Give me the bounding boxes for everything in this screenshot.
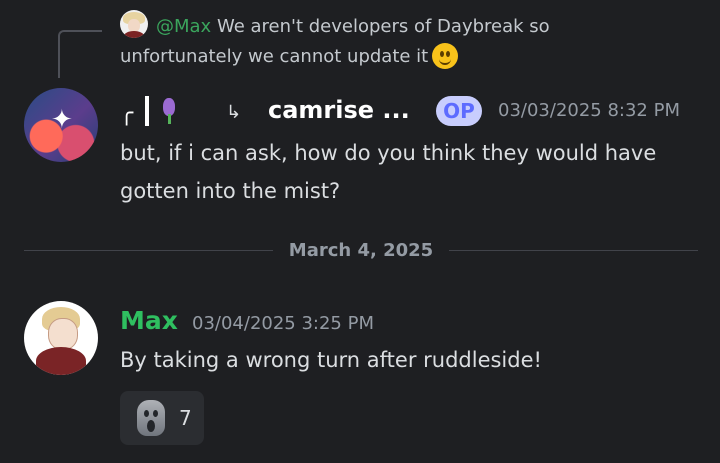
screaming-ghost-icon [137, 400, 165, 436]
message-timestamp[interactable]: 03/03/2025 8:32 PM [498, 100, 680, 121]
hyacinth-icon [159, 96, 179, 124]
reply-preview[interactable]: @Max We aren't developers of Daybreak so… [120, 10, 590, 72]
reaction-count: 7 [179, 406, 192, 430]
message-header-max: Max 03/04/2025 3:25 PM [120, 306, 520, 340]
date-divider-label: March 4, 2025 [288, 239, 434, 261]
message-timestamp[interactable]: 03/04/2025 3:25 PM [192, 313, 374, 334]
name-decoration: ╭ [120, 96, 179, 126]
reply-avatar [120, 10, 148, 38]
corner-glyph-icon: ╭ [120, 101, 134, 126]
divider-line-right [449, 249, 699, 251]
max-avatar[interactable] [24, 301, 98, 375]
reply-mention[interactable]: @Max [156, 16, 211, 37]
camrise-avatar[interactable]: ✦ [24, 88, 98, 162]
username-max[interactable]: Max [120, 306, 178, 335]
message-text-max: By taking a wrong turn after ruddleside! [120, 348, 542, 372]
op-badge: OP [436, 96, 482, 126]
date-divider: March 4, 2025 [24, 233, 699, 267]
vertical-bar-icon [145, 96, 150, 126]
message-text-camrise: but, if i can ask, how do you think they… [120, 141, 657, 203]
sparkle-icon: ✦ [51, 105, 73, 135]
reaction-chip[interactable]: 7 [120, 391, 204, 445]
smiley-emoji-icon [432, 43, 459, 69]
reply-arrow-icon: ↳ [226, 102, 242, 123]
reply-spine [58, 30, 102, 78]
message-header-camrise: ╭ ↳ camrise ... OP 03/03/2025 8:32 PM [120, 96, 710, 130]
divider-line-left [24, 249, 273, 251]
username-camrise[interactable]: camrise ... [268, 96, 410, 124]
